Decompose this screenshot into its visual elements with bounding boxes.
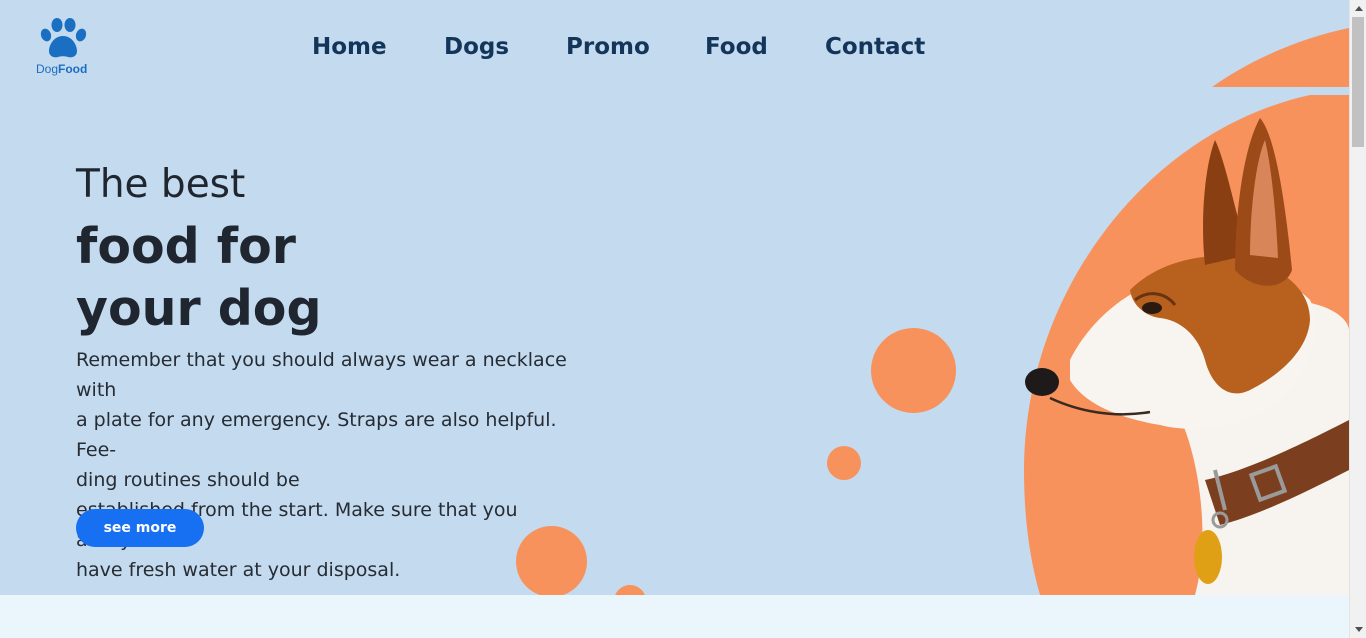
headline-line-3: your dog: [76, 280, 322, 337]
headline-line-1: The best: [76, 162, 246, 207]
description-line: ding routines should be: [76, 469, 300, 491]
logo-text-prefix: Dog: [36, 62, 59, 76]
vertical-scrollbar[interactable]: [1349, 0, 1366, 638]
headline-line-2: food for: [76, 218, 296, 275]
decor-circle-large: [871, 328, 956, 413]
decor-circle-bottom: [516, 526, 587, 595]
decor-circle-small: [827, 446, 861, 480]
nav-food[interactable]: Food: [705, 34, 768, 60]
paw-icon: [40, 18, 87, 58]
nav-home[interactable]: Home: [312, 34, 387, 60]
page: DogFood Home Dogs Promo Food Contact The…: [0, 0, 1366, 638]
triangle-down-icon: [1354, 627, 1363, 632]
triangle-up-icon: [1354, 6, 1363, 11]
description-line: have fresh water at your disposal.: [76, 559, 401, 581]
description-line: a plate for any emergency. Straps are al…: [76, 409, 557, 461]
hero-section: DogFood Home Dogs Promo Food Contact The…: [0, 0, 1349, 595]
nav-promo[interactable]: Promo: [566, 34, 650, 60]
next-section: [0, 595, 1349, 638]
decor-circle-tiny: [614, 585, 646, 595]
see-more-button[interactable]: see more: [76, 509, 204, 547]
scrollbar-thumb[interactable]: [1352, 17, 1364, 147]
nav-contact[interactable]: Contact: [825, 34, 925, 60]
logo-text-suffix: Food: [58, 62, 88, 76]
scroll-up-button[interactable]: [1350, 0, 1366, 17]
nav-dogs[interactable]: Dogs: [444, 34, 509, 60]
logo-text: DogFood: [36, 62, 87, 76]
dog-image: [1024, 28, 1349, 595]
hero-description: Remember that you should always wear a n…: [76, 345, 576, 585]
scroll-down-button[interactable]: [1350, 621, 1366, 638]
description-line: Remember that you should always wear a n…: [76, 349, 567, 401]
